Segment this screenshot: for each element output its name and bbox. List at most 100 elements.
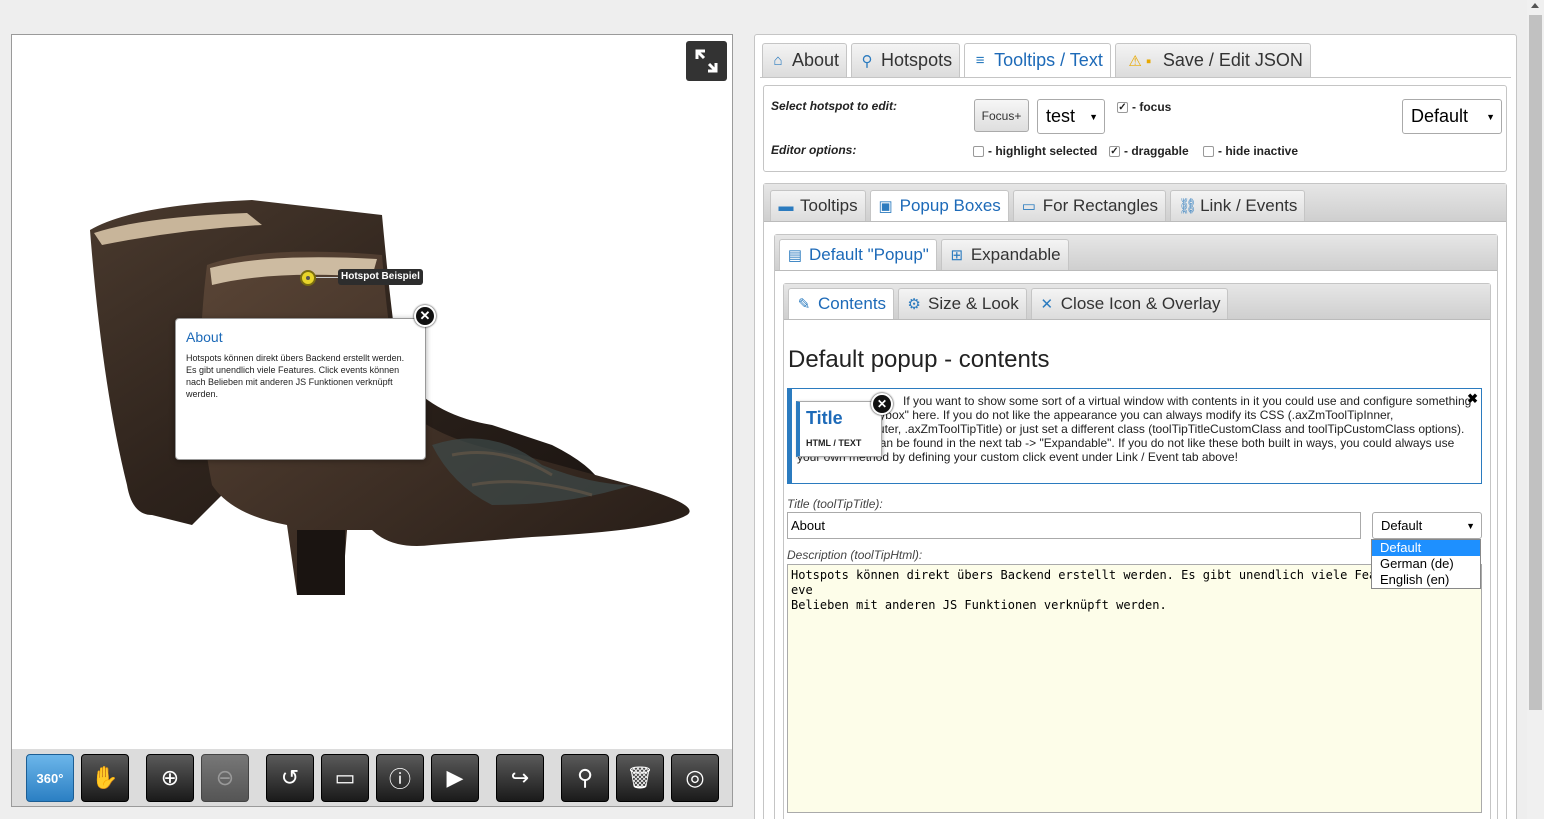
default-select[interactable]: Default ▼ bbox=[1402, 99, 1502, 134]
hotspot-label[interactable]: Hotspot Beispiel bbox=[338, 269, 423, 285]
scrollbar-thumb[interactable] bbox=[1529, 15, 1542, 710]
info-pin-icon: ⓘ bbox=[388, 767, 411, 792]
tab-hotspots[interactable]: ⚲ Hotspots bbox=[851, 43, 961, 77]
tab-label: For Rectangles bbox=[1042, 196, 1159, 215]
description-field-label: Description (toolTipHtml): bbox=[787, 548, 923, 562]
chevron-down-icon: ▼ bbox=[1466, 520, 1475, 531]
info-box: If you want to show some sort of a virtu… bbox=[787, 388, 1482, 484]
reset-button[interactable]: ↺ bbox=[266, 754, 314, 802]
pan-button[interactable]: ✋ bbox=[81, 754, 129, 802]
add-hotspot-button[interactable]: ⚲ bbox=[561, 754, 609, 802]
tab-label: About bbox=[792, 50, 840, 70]
rotate-360-icon: 360° bbox=[36, 770, 64, 786]
chevron-down-icon: ▼ bbox=[1486, 111, 1495, 122]
focus-plus-button[interactable]: Focus+ bbox=[974, 99, 1029, 132]
hide-inactive-checkbox[interactable]: - hide inactive bbox=[1203, 144, 1298, 158]
language-option[interactable]: English (en) bbox=[1372, 572, 1480, 588]
hotspot-marker[interactable] bbox=[300, 270, 316, 286]
preview-subtitle: HTML / TEXT bbox=[806, 438, 862, 448]
highlight-selected-checkbox[interactable]: - highlight selected bbox=[973, 144, 1097, 158]
preview-close-icon: ✕ bbox=[871, 393, 893, 415]
hotspot-select-value: test bbox=[1046, 106, 1076, 126]
list-icon: ≡ bbox=[975, 52, 985, 69]
select-hotspot-label: Select hotspot to edit: bbox=[771, 99, 897, 113]
zoom-out-button[interactable]: ⊖ bbox=[201, 754, 249, 802]
subtab-tooltips[interactable]: ▬ Tooltips bbox=[770, 190, 866, 221]
editor-panel: ⌂ About ⚲ Hotspots ≡ Tooltips / Text ⚠ ▪ Save /… bbox=[754, 34, 1517, 819]
delete-button[interactable]: 🗑 bbox=[616, 754, 664, 802]
default-select-value: Default bbox=[1411, 106, 1469, 126]
preview-title: Title bbox=[806, 408, 843, 428]
content-tab-contents[interactable]: ✎ Contents bbox=[788, 288, 895, 319]
description-line: Belieben mit anderen JS Funktionen verkn… bbox=[791, 598, 1167, 612]
hide-inactive-label: - hide inactive bbox=[1218, 144, 1299, 158]
draggable-checkbox[interactable]: ✓ - draggable bbox=[1109, 144, 1189, 158]
popup-settings: ▤ Default "Popup" ⊞ Expandable ✎ Contents ⚙ Si… bbox=[774, 234, 1498, 819]
tab-tooltips-text[interactable]: ≡ Tooltips / Text bbox=[964, 43, 1111, 77]
page-scrollbar[interactable] bbox=[1527, 0, 1544, 819]
scroll-up-arrow[interactable] bbox=[1531, 3, 1539, 8]
gallery-button[interactable]: ▭ bbox=[321, 754, 369, 802]
language-dropdown[interactable]: Default German (de) English (en) bbox=[1371, 539, 1481, 589]
sub-tabs: ▬ Tooltips ▣ Popup Boxes ▭ For Rectangles ⛓ Lin… bbox=[770, 190, 1306, 221]
tab-label: Popup Boxes bbox=[899, 196, 1001, 215]
tab-label: Link / Events bbox=[1200, 196, 1298, 215]
content-tabs: ✎ Contents ⚙ Size & Look ✕ Close Icon & Overl… bbox=[788, 288, 1229, 319]
popup-tab-default-popup[interactable]: ▤ Default "Popup" bbox=[779, 239, 937, 270]
trash-icon: 🗑 bbox=[626, 765, 654, 790]
checkbox-box[interactable] bbox=[973, 145, 984, 157]
language-option[interactable]: German (de) bbox=[1372, 556, 1480, 572]
comment-icon: ▬ bbox=[778, 197, 794, 215]
content-tab-size-look[interactable]: ⚙ Size & Look bbox=[898, 288, 1027, 319]
image-viewer[interactable]: Hotspot Beispiel About Hotspots können d… bbox=[11, 34, 733, 807]
popup-close-button[interactable]: ✕ bbox=[414, 305, 436, 327]
focus-checkbox[interactable]: ✓ - focus bbox=[1117, 100, 1171, 114]
hotspot-select[interactable]: test ▼ bbox=[1037, 99, 1105, 134]
target-button[interactable]: ◎ bbox=[671, 754, 719, 802]
home-icon: ⌂ bbox=[773, 52, 783, 69]
subtab-for-rectangles[interactable]: ▭ For Rectangles bbox=[1012, 190, 1167, 221]
360-button[interactable]: 360° bbox=[26, 754, 74, 802]
redo-button[interactable]: ↪ bbox=[496, 754, 544, 802]
tab-save-edit-json[interactable]: ⚠ ▪ Save / Edit JSON bbox=[1114, 43, 1311, 77]
chevron-down-icon: ▼ bbox=[1089, 111, 1098, 122]
fullscreen-button[interactable] bbox=[686, 41, 727, 81]
subtab-link-events[interactable]: ⛓ Link / Events bbox=[1170, 190, 1306, 221]
title-field-label: Title (toolTipTitle): bbox=[787, 497, 883, 511]
tab-label: Save / Edit JSON bbox=[1162, 50, 1303, 70]
redo-icon: ↪ bbox=[510, 765, 530, 790]
hotspot-connector bbox=[316, 277, 340, 278]
language-option[interactable]: Default bbox=[1372, 540, 1480, 556]
content-tab-close-icon-overlay[interactable]: ✕ Close Icon & Overlay bbox=[1030, 288, 1229, 319]
focus-checkbox-label: - focus bbox=[1132, 100, 1172, 114]
checkbox-box[interactable]: ✓ bbox=[1109, 145, 1120, 157]
tab-label: Size & Look bbox=[928, 294, 1019, 313]
popup-tab-expandable[interactable]: ⊞ Expandable bbox=[940, 239, 1069, 270]
contents-settings: ✎ Contents ⚙ Size & Look ✕ Close Icon & Overl… bbox=[783, 283, 1491, 819]
tab-label: Close Icon & Overlay bbox=[1060, 294, 1221, 313]
hotspot-popup: About Hotspots können direkt übers Backe… bbox=[175, 318, 426, 460]
popup-tabs: ▤ Default "Popup" ⊞ Expandable bbox=[779, 239, 1069, 270]
checkbox-box[interactable]: ✓ bbox=[1117, 101, 1128, 113]
title-input[interactable] bbox=[787, 512, 1361, 539]
popup-icon: ▣ bbox=[878, 198, 893, 215]
info-button[interactable]: ⓘ bbox=[376, 754, 424, 802]
gallery-icon: ▭ bbox=[334, 765, 356, 790]
popup-title: About bbox=[186, 329, 223, 345]
play-icon: ▶ bbox=[446, 765, 464, 790]
description-textarea[interactable]: Hotspots können direkt übers Backend ers… bbox=[787, 564, 1482, 813]
tab-label: Hotspots bbox=[881, 50, 953, 70]
zoom-in-button[interactable]: ⊕ bbox=[146, 754, 194, 802]
tab-label: Tooltips bbox=[800, 196, 858, 215]
tab-about[interactable]: ⌂ About bbox=[762, 43, 848, 77]
popup-preview-thumbnail: Title HTML / TEXT bbox=[796, 401, 882, 457]
tab-label: Tooltips / Text bbox=[994, 50, 1103, 70]
subtab-popup-boxes[interactable]: ▣ Popup Boxes bbox=[869, 190, 1009, 221]
info-close-icon[interactable]: ✖ bbox=[1467, 391, 1478, 407]
language-select[interactable]: Default ▼ bbox=[1372, 512, 1482, 539]
play-button[interactable]: ▶ bbox=[431, 754, 479, 802]
pencil-icon: ✎ bbox=[797, 296, 811, 313]
tab-label: Expandable bbox=[970, 245, 1061, 264]
language-select-value: Default bbox=[1381, 518, 1423, 533]
checkbox-box[interactable] bbox=[1203, 145, 1214, 157]
